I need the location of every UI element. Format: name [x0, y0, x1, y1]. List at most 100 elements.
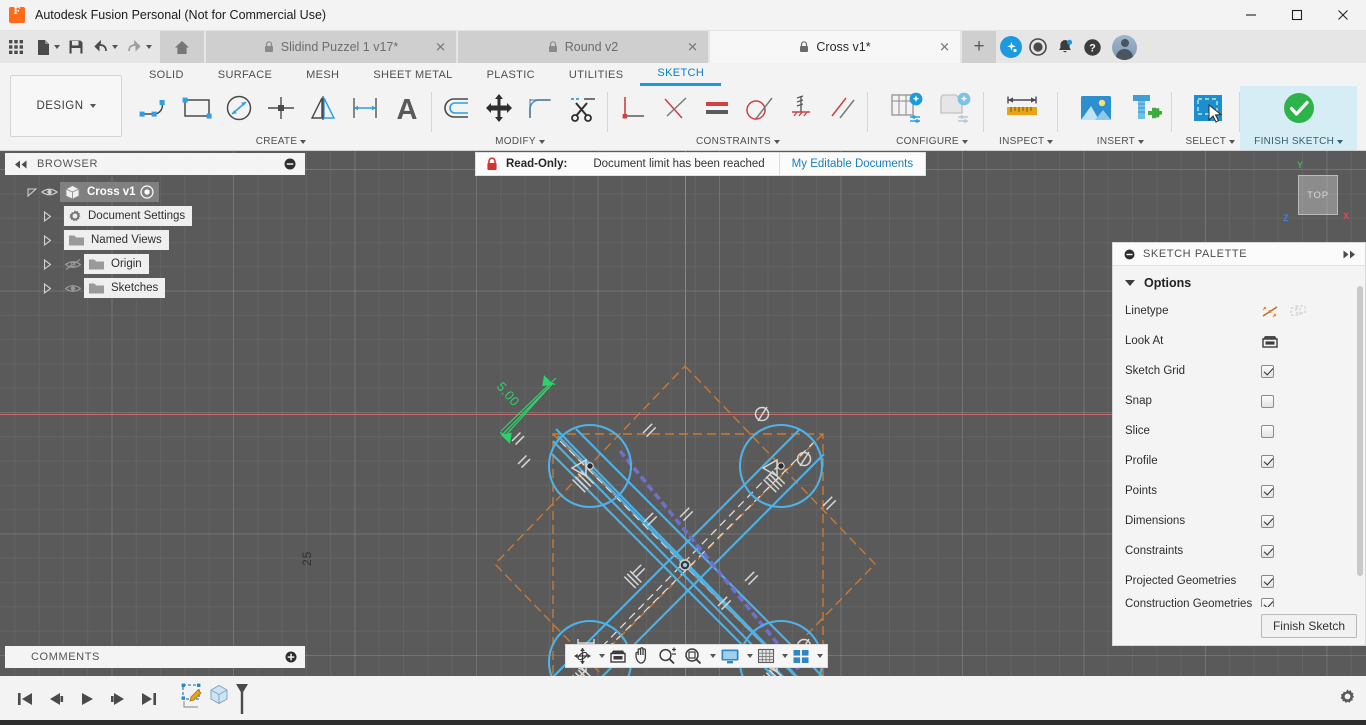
body-feature-icon[interactable]: [208, 683, 230, 715]
panel-constraints-label[interactable]: CONSTRAINTS: [613, 133, 863, 150]
profile-checkbox[interactable]: [1261, 454, 1274, 468]
panel-select-label[interactable]: SELECT: [1185, 133, 1236, 150]
close-button[interactable]: [1320, 0, 1366, 31]
tree-item-named-views[interactable]: Named Views: [5, 229, 305, 251]
tree-item-root[interactable]: Cross v1: [5, 181, 305, 203]
tree-item-chip[interactable]: Document Settings: [64, 206, 193, 226]
fix-icon[interactable]: [781, 87, 821, 129]
panel-finish-sketch-label[interactable]: FINISH SKETCH: [1254, 133, 1344, 150]
expand-arrow-icon[interactable]: [27, 187, 37, 197]
tree-root-chip[interactable]: Cross v1: [60, 182, 140, 202]
point-icon[interactable]: [261, 87, 301, 129]
sketch-grid-checkbox[interactable]: [1261, 364, 1274, 378]
minus-circle-icon[interactable]: [284, 158, 296, 170]
circle-icon[interactable]: [219, 87, 259, 129]
chevron-down-icon[interactable]: [782, 654, 788, 658]
display-settings-icon[interactable]: [717, 645, 743, 667]
minimize-button[interactable]: [1228, 0, 1274, 31]
go-to-end-icon[interactable]: [138, 687, 160, 711]
chevron-down-icon[interactable]: [54, 45, 60, 49]
construction-geometries-checkbox[interactable]: [1261, 597, 1274, 607]
chevron-down-icon[interactable]: [112, 45, 118, 49]
ribbon-tab-plastic[interactable]: PLASTIC: [470, 63, 552, 86]
chevron-down-icon[interactable]: [1047, 139, 1054, 144]
expand-right-icon[interactable]: [1342, 250, 1356, 259]
palette-section-options[interactable]: Options: [1113, 270, 1365, 296]
visibility-eye-icon[interactable]: [64, 282, 82, 295]
pan-icon[interactable]: [631, 645, 654, 667]
select-window-icon[interactable]: [1185, 87, 1231, 129]
snap-checkbox[interactable]: [1261, 394, 1274, 408]
home-icon[interactable]: [160, 31, 204, 63]
move-copy-icon[interactable]: [479, 87, 519, 129]
visibility-eye-icon[interactable]: [41, 186, 58, 198]
points-checkbox[interactable]: [1261, 484, 1274, 498]
offset-icon[interactable]: [437, 87, 477, 129]
insert-mcmaster-icon[interactable]: [1121, 87, 1167, 129]
tangent-icon[interactable]: [739, 87, 779, 129]
expand-arrow-icon[interactable]: [42, 258, 52, 270]
linetype-construction-icon[interactable]: [1289, 304, 1307, 319]
dimension-icon[interactable]: [345, 87, 385, 129]
step-back-icon[interactable]: [45, 687, 67, 711]
dimensions-checkbox[interactable]: [1261, 514, 1274, 528]
close-icon[interactable]: ✕: [687, 41, 698, 54]
extensions-icon[interactable]: [1000, 36, 1022, 58]
chevron-down-icon[interactable]: [538, 139, 545, 144]
grid-apps-icon[interactable]: [0, 31, 32, 63]
coincident-icon[interactable]: [655, 87, 695, 129]
panel-configure-label[interactable]: CONFIGURE: [885, 133, 979, 150]
sketch-feature-icon[interactable]: [181, 683, 205, 715]
settings-gear-icon[interactable]: [1339, 688, 1356, 705]
grid-snaps-icon[interactable]: [754, 645, 778, 667]
finish-sketch-check-icon[interactable]: [1276, 87, 1322, 129]
trim-icon[interactable]: [563, 87, 603, 129]
chevron-down-icon[interactable]: [747, 654, 753, 658]
look-at-camera-icon[interactable]: [606, 645, 630, 667]
configure-part-icon[interactable]: [933, 87, 979, 129]
visibility-eye-off-icon[interactable]: [64, 258, 82, 271]
look-at-icon[interactable]: [1261, 333, 1279, 349]
collapse-left-icon[interactable]: [14, 160, 28, 169]
minus-circle-icon[interactable]: [1124, 249, 1135, 260]
equal-icon[interactable]: [697, 87, 737, 129]
projected-geometries-checkbox[interactable]: [1261, 574, 1274, 588]
linetype-normal-icon[interactable]: [1261, 304, 1279, 319]
expand-arrow-icon[interactable]: [42, 282, 52, 294]
chevron-down-icon[interactable]: [773, 139, 780, 144]
parallel-icon[interactable]: [823, 87, 863, 129]
ribbon-tab-solid[interactable]: SOLID: [132, 63, 201, 86]
finish-sketch-button[interactable]: Finish Sketch: [1260, 614, 1357, 638]
close-icon[interactable]: ✕: [939, 41, 950, 54]
tree-item-sketches[interactable]: Sketches: [5, 277, 305, 299]
chevron-down-icon[interactable]: [89, 104, 96, 108]
workspace-switcher[interactable]: DESIGN: [10, 75, 122, 137]
job-status-icon[interactable]: [1027, 36, 1049, 58]
panel-inspect-label[interactable]: INSPECT: [999, 133, 1054, 150]
expand-arrow-icon[interactable]: [42, 234, 52, 246]
ribbon-tab-sheet-metal[interactable]: SHEET METAL: [356, 63, 469, 86]
configure-table-icon[interactable]: [885, 87, 931, 129]
document-tab[interactable]: Slidind Puzzel 1 v17* ✕: [206, 31, 456, 63]
mirror-icon[interactable]: [303, 87, 343, 129]
chevron-down-icon[interactable]: [1229, 139, 1236, 144]
zoom-window-icon[interactable]: [681, 645, 706, 667]
tree-item-chip[interactable]: Sketches: [84, 278, 166, 298]
insert-image-icon[interactable]: [1073, 87, 1119, 129]
panel-create-label[interactable]: CREATE: [135, 133, 427, 150]
my-editable-documents-link[interactable]: My Editable Documents: [778, 153, 925, 175]
chevron-down-icon[interactable]: [710, 654, 716, 658]
plus-circle-icon[interactable]: [285, 651, 297, 663]
tree-item-chip[interactable]: Named Views: [64, 230, 169, 250]
document-tab[interactable]: Round v2 ✕: [458, 31, 708, 63]
undo-icon[interactable]: [88, 31, 122, 63]
tree-item-origin[interactable]: Origin: [5, 253, 305, 275]
chevron-down-icon[interactable]: [1125, 280, 1135, 286]
comments-panel-header[interactable]: COMMENTS: [5, 646, 305, 668]
ribbon-tab-surface[interactable]: SURFACE: [201, 63, 289, 86]
chevron-down-icon[interactable]: [961, 139, 968, 144]
chevron-down-icon[interactable]: [599, 654, 605, 658]
ribbon-tab-utilities[interactable]: UTILITIES: [552, 63, 641, 86]
chevron-down-icon[interactable]: [146, 45, 152, 49]
help-icon[interactable]: ?: [1081, 36, 1103, 58]
